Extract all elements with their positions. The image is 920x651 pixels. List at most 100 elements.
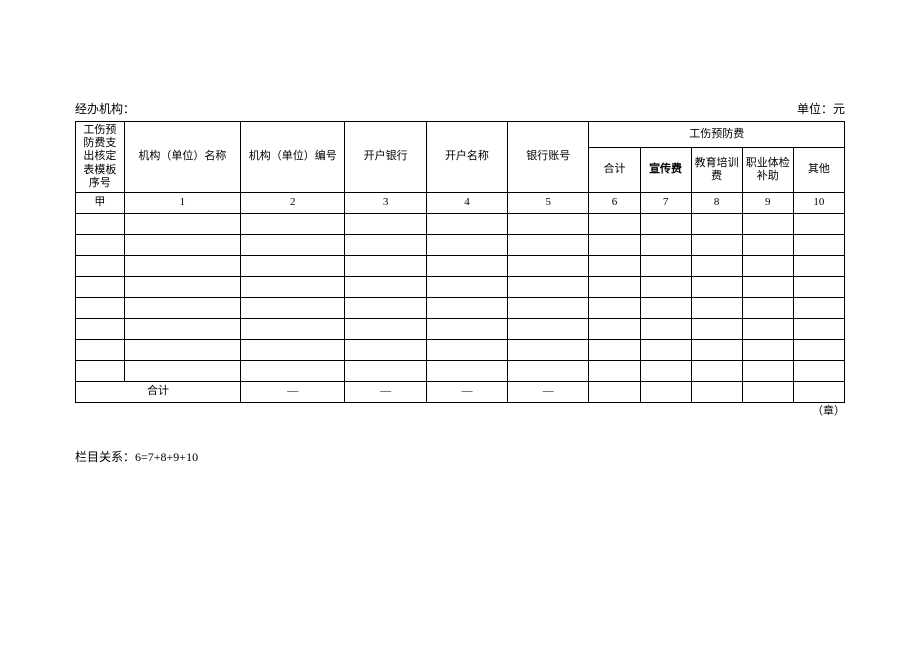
cell-total: [589, 255, 640, 276]
cell-org-name: [124, 339, 240, 360]
index-7: 7: [640, 192, 691, 213]
table-row: [76, 339, 845, 360]
total-acct-no: —: [508, 381, 589, 402]
cell-seq: [76, 339, 125, 360]
cell-acct-name: [426, 213, 507, 234]
index-8: 8: [691, 192, 742, 213]
cell-org-name: [124, 213, 240, 234]
total-row: 合计 — — — —: [76, 381, 845, 402]
col-org-name: 机构（单位）名称: [124, 122, 240, 193]
unit-label: 单位：元: [797, 100, 845, 117]
cell-acct-name: [426, 339, 507, 360]
cell-med: [742, 255, 793, 276]
index-6: 6: [589, 192, 640, 213]
cell-acct-no: [508, 213, 589, 234]
cell-other: [793, 360, 844, 381]
cell-pub: [640, 318, 691, 339]
cell-med: [742, 318, 793, 339]
cell-total: [589, 318, 640, 339]
cell-bank: [345, 234, 426, 255]
cell-med: [742, 234, 793, 255]
cell-pub: [640, 213, 691, 234]
col-other: 其他: [793, 148, 844, 193]
cell-pub: [640, 234, 691, 255]
col-org-code: 机构（单位）编号: [240, 122, 345, 193]
cell-other: [793, 339, 844, 360]
cell-bank: [345, 276, 426, 297]
total-bank: —: [345, 381, 426, 402]
cell-edu: [691, 276, 742, 297]
cell-total: [589, 213, 640, 234]
cell-acct-no: [508, 255, 589, 276]
cell-med: [742, 276, 793, 297]
cell-med: [742, 339, 793, 360]
cell-total: [589, 339, 640, 360]
cell-org-name: [124, 255, 240, 276]
cell-pub: [640, 297, 691, 318]
cell-edu: [691, 318, 742, 339]
cell-edu: [691, 360, 742, 381]
index-3: 3: [345, 192, 426, 213]
cell-acct-no: [508, 318, 589, 339]
cell-other: [793, 297, 844, 318]
cell-acct-no: [508, 339, 589, 360]
cell-med: [742, 360, 793, 381]
table-row: [76, 234, 845, 255]
index-4: 4: [426, 192, 507, 213]
cell-edu: [691, 255, 742, 276]
index-2: 2: [240, 192, 345, 213]
table-row: [76, 255, 845, 276]
col-seq: 工伤预防费支出核定表模板序号: [76, 122, 125, 193]
cell-total: [589, 360, 640, 381]
table-row: [76, 360, 845, 381]
total-label: 合计: [76, 381, 241, 402]
col-group-prevention: 工伤预防费: [589, 122, 845, 148]
cell-acct-name: [426, 297, 507, 318]
agency-label: 经办机构：: [75, 100, 135, 117]
cell-edu: [691, 234, 742, 255]
cell-bank: [345, 255, 426, 276]
cell-acct-no: [508, 360, 589, 381]
col-medical: 职业体检补助: [742, 148, 793, 193]
cell-org-code: [240, 255, 345, 276]
cell-acct-name: [426, 276, 507, 297]
cell-bank: [345, 213, 426, 234]
cell-acct-no: [508, 297, 589, 318]
col-acct-name: 开户名称: [426, 122, 507, 193]
cell-seq: [76, 297, 125, 318]
table-row: [76, 276, 845, 297]
cell-acct-name: [426, 360, 507, 381]
table-row: [76, 318, 845, 339]
cell-med: [742, 297, 793, 318]
cell-acct-name: [426, 318, 507, 339]
cell-other: [793, 234, 844, 255]
col-education: 教育培训费: [691, 148, 742, 193]
cell-org-code: [240, 297, 345, 318]
cell-med: [742, 213, 793, 234]
cell-other: [793, 318, 844, 339]
cell-pub: [640, 255, 691, 276]
cell-pub: [640, 360, 691, 381]
cell-org-name: [124, 360, 240, 381]
col-publicity: 宣传费: [640, 148, 691, 193]
cell-org-code: [240, 318, 345, 339]
index-9: 9: [742, 192, 793, 213]
cell-seq: [76, 318, 125, 339]
cell-edu: [691, 297, 742, 318]
index-row: 甲 1 2 3 4 5 6 7 8 9 10: [76, 192, 845, 213]
cell-bank: [345, 318, 426, 339]
cell-bank: [345, 339, 426, 360]
cell-org-name: [124, 234, 240, 255]
cell-other: [793, 255, 844, 276]
cell-other: [793, 213, 844, 234]
col-subtotal: 合计: [589, 148, 640, 193]
cell-acct-no: [508, 276, 589, 297]
total-m: [742, 381, 793, 402]
total-o: [793, 381, 844, 402]
cell-org-code: [240, 234, 345, 255]
index-1: 1: [124, 192, 240, 213]
total-acct-name: —: [426, 381, 507, 402]
cell-seq: [76, 360, 125, 381]
cell-total: [589, 276, 640, 297]
cell-org-name: [124, 318, 240, 339]
